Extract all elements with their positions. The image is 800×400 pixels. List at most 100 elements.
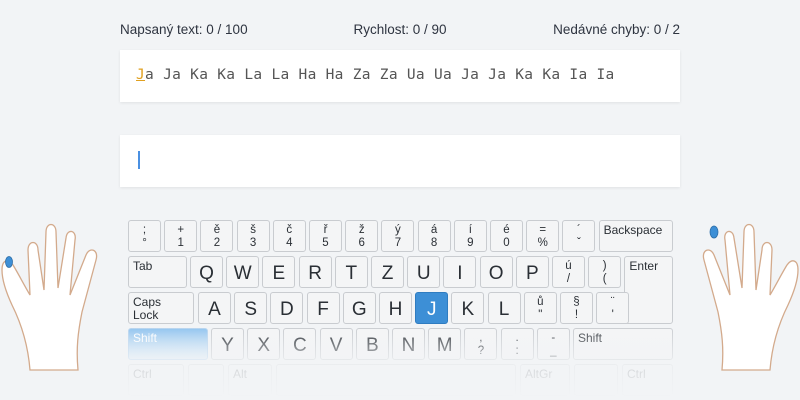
key-label: 0 bbox=[503, 237, 510, 249]
key-1[interactable]: +1 bbox=[164, 220, 198, 252]
text-caret bbox=[138, 151, 140, 169]
key-row3-extra-0[interactable]: ů " bbox=[523, 292, 557, 324]
key-x[interactable]: X bbox=[247, 328, 281, 360]
key-label: M bbox=[436, 335, 453, 356]
key-label: I bbox=[457, 263, 463, 284]
key-2[interactable]: ě2 bbox=[200, 220, 234, 252]
key-5[interactable]: ř5 bbox=[309, 220, 342, 252]
key-label: ' bbox=[611, 309, 614, 321]
key-label: § bbox=[573, 296, 580, 308]
virtual-keyboard: ; ° +1 ě 2 š 3 č 4 ř 5 ž 6 ý 7 á 8 í 9 é 0 =% ´ ˇ Backspace Tab Q W… bbox=[128, 220, 673, 400]
alt-left-key[interactable]: Alt bbox=[228, 364, 272, 396]
key-6[interactable]: ž6 bbox=[345, 220, 379, 252]
backspace-key[interactable]: Backspace bbox=[598, 220, 673, 252]
lesson-text-panel: Ja Ja Ka Ka La La Ha Ha Za Za Ua Ua Ja J… bbox=[120, 50, 680, 102]
current-character: J bbox=[136, 67, 146, 83]
key-label: T bbox=[345, 263, 358, 284]
key-row3-extra-2[interactable]: ¨ ' bbox=[596, 292, 630, 324]
os-key[interactable] bbox=[188, 364, 224, 396]
key-label: A bbox=[208, 299, 221, 320]
key-l[interactable]: L bbox=[487, 292, 521, 324]
key-e[interactable]: E bbox=[262, 256, 296, 288]
key-label: Z bbox=[381, 263, 394, 284]
key-label: ě bbox=[213, 224, 221, 236]
key-3[interactable]: š3 bbox=[236, 220, 270, 252]
key-4[interactable]: č4 bbox=[272, 220, 306, 252]
key-semicolon[interactable]: ; ° bbox=[128, 220, 161, 252]
key-label: 2 bbox=[213, 237, 221, 249]
key-n[interactable]: N bbox=[392, 328, 425, 360]
key-q[interactable]: Q bbox=[190, 256, 223, 288]
key-s[interactable]: S bbox=[234, 292, 268, 324]
key-f[interactable]: F bbox=[306, 292, 340, 324]
key-11[interactable]: =% bbox=[526, 220, 560, 252]
caps-lock-key[interactable]: Caps Lock bbox=[128, 292, 194, 324]
key-u[interactable]: U bbox=[407, 256, 441, 288]
key-h[interactable]: H bbox=[379, 292, 412, 324]
menu-key[interactable] bbox=[574, 364, 618, 396]
key-label: ž bbox=[358, 224, 365, 236]
key-9[interactable]: í9 bbox=[453, 220, 487, 252]
key-a[interactable]: A bbox=[198, 292, 231, 324]
key-label: U bbox=[416, 263, 431, 284]
ctrl-right-key[interactable]: Ctrl bbox=[622, 364, 673, 396]
key-p[interactable]: P bbox=[515, 256, 549, 288]
key-label: S bbox=[244, 299, 258, 320]
left-pinky-highlight-icon bbox=[5, 256, 13, 268]
key-row4-extra-1[interactable]: .: bbox=[500, 328, 534, 360]
shift-left-key[interactable]: Shift bbox=[128, 328, 208, 360]
key-k[interactable]: K bbox=[451, 292, 485, 324]
lesson-text: Ja Ja Ka Ka La La Ha Ha Za Za Ua Ua Ja J… bbox=[136, 67, 615, 83]
key-label: 7 bbox=[394, 237, 402, 249]
key-g[interactable]: G bbox=[342, 292, 376, 324]
key-c[interactable]: C bbox=[283, 328, 317, 360]
key-label: N bbox=[401, 335, 416, 356]
key-label: Tab bbox=[133, 259, 153, 273]
key-12[interactable]: ´ ˇ bbox=[562, 220, 596, 252]
key-b[interactable]: B bbox=[355, 328, 389, 360]
key-7[interactable]: ý7 bbox=[381, 220, 415, 252]
key-label: F bbox=[317, 299, 329, 320]
key-label: R bbox=[308, 263, 322, 284]
key-t[interactable]: T bbox=[334, 256, 368, 288]
key-label: č bbox=[286, 224, 293, 236]
key-label: X bbox=[257, 335, 271, 356]
altgr-key[interactable]: AltGr bbox=[520, 364, 570, 396]
key-row2-extra-1[interactable]: )( bbox=[588, 256, 622, 288]
key-row3-extra-1[interactable]: §! bbox=[560, 292, 593, 324]
key-8[interactable]: á8 bbox=[417, 220, 451, 252]
key-label: AltGr bbox=[525, 367, 553, 381]
key-row4-extra-2[interactable]: - _ bbox=[536, 328, 570, 360]
key-m[interactable]: M bbox=[428, 328, 462, 360]
key-d[interactable]: D bbox=[270, 292, 304, 324]
shift-right-key[interactable]: Shift bbox=[573, 328, 673, 360]
typing-input[interactable] bbox=[120, 135, 680, 187]
key-label: ˇ bbox=[576, 237, 581, 249]
key-j[interactable]: J bbox=[415, 292, 449, 324]
stats-bar: Napsaný text: 0 / 100 Rychlost: 0 / 90 N… bbox=[120, 22, 680, 40]
key-w[interactable]: W bbox=[226, 256, 260, 288]
space-key[interactable] bbox=[276, 364, 516, 396]
key-row2-extra-0[interactable]: ú / bbox=[552, 256, 585, 288]
key-label: O bbox=[488, 263, 504, 284]
key-label: 9 bbox=[467, 237, 474, 249]
tab-key[interactable]: Tab bbox=[128, 256, 187, 288]
key-label: Ctrl bbox=[627, 367, 646, 381]
key-label: - bbox=[551, 332, 556, 344]
enter-key[interactable]: Enter bbox=[624, 256, 673, 324]
key-label: 6 bbox=[358, 237, 365, 249]
key-label: , bbox=[479, 332, 483, 344]
key-10[interactable]: é0 bbox=[490, 220, 523, 252]
key-o[interactable]: O bbox=[479, 256, 513, 288]
key-y[interactable]: Y bbox=[211, 328, 244, 360]
key-label: = bbox=[539, 224, 547, 236]
key-r[interactable]: R bbox=[298, 256, 332, 288]
key-i[interactable]: I bbox=[443, 256, 477, 288]
key-v[interactable]: V bbox=[319, 328, 353, 360]
key-row4-extra-0[interactable]: ,? bbox=[464, 328, 498, 360]
key-z[interactable]: Z bbox=[371, 256, 404, 288]
key-label: : bbox=[515, 345, 519, 357]
key-label: 4 bbox=[286, 237, 293, 249]
key-label: á bbox=[430, 224, 438, 236]
ctrl-left-key[interactable]: Ctrl bbox=[128, 364, 184, 396]
